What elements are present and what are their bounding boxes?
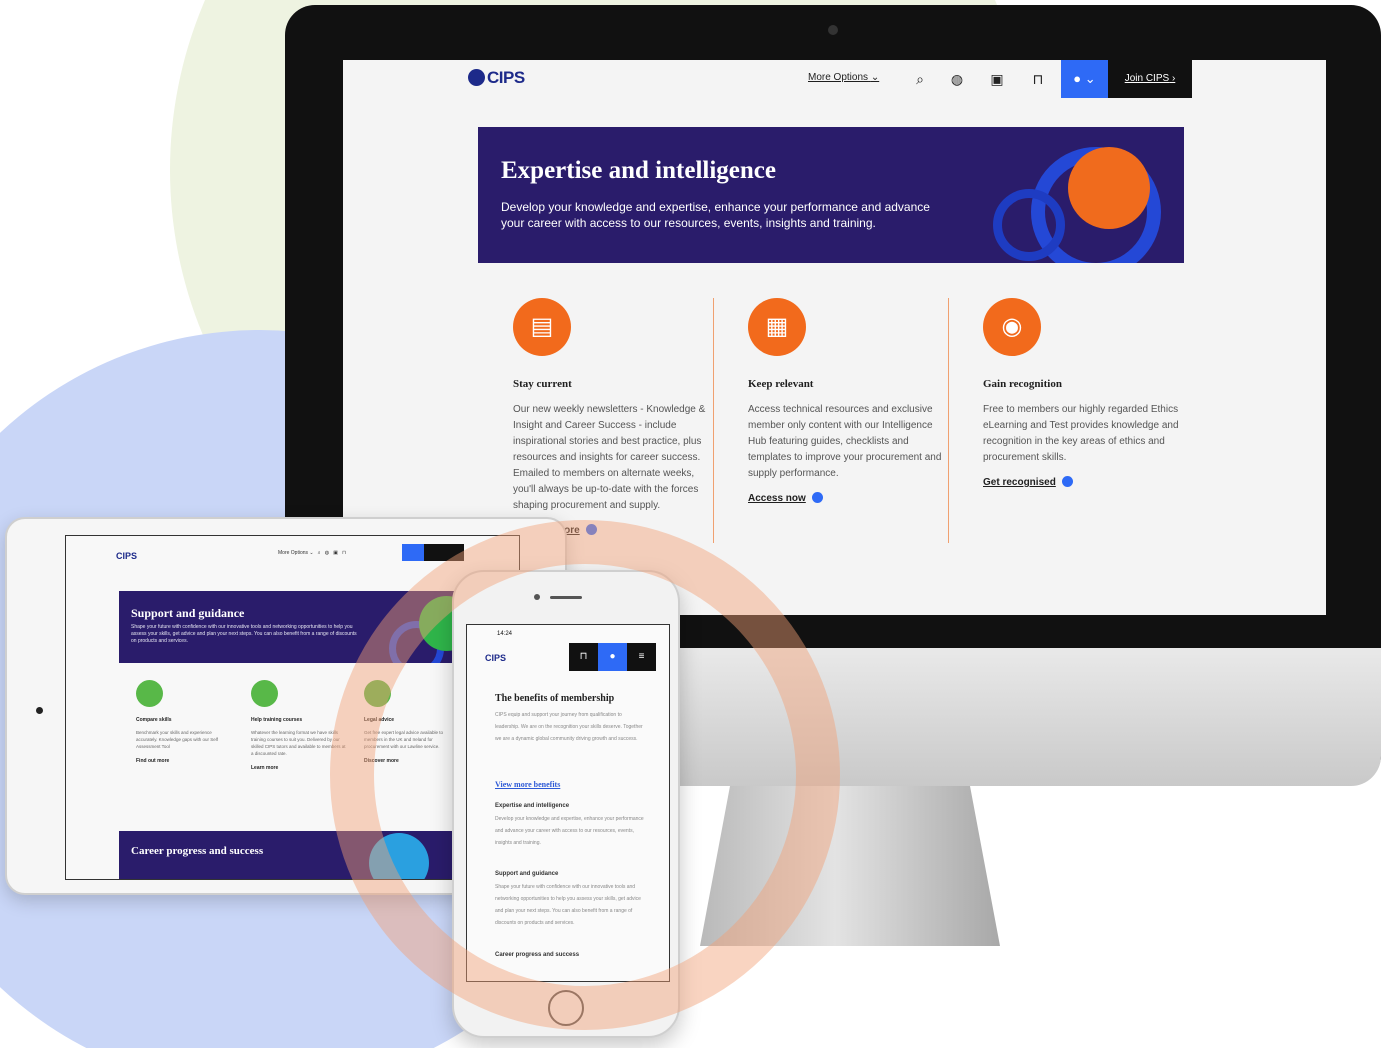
- join-cips-label: Join CIPS: [1124, 73, 1170, 84]
- more-options-menu[interactable]: More Options ⌄: [808, 72, 879, 83]
- hero-small-ring: [993, 189, 1065, 261]
- head-lightbulb-icon: ◉: [983, 298, 1041, 356]
- feature-column: Compare skills Benchmark your skills and…: [136, 680, 231, 764]
- user-menu-button[interactable]: [402, 544, 424, 561]
- feature-title: Gain recognition: [983, 378, 1062, 390]
- feature-text: Our new weekly newsletters - Knowledge &…: [513, 404, 706, 511]
- cips-logo-mark-icon: [468, 69, 485, 86]
- feature-text: Free to members our highly regarded Ethi…: [983, 404, 1179, 463]
- documents-icon: ▦: [748, 298, 806, 356]
- feature-text: Access technical resources and exclusive…: [748, 404, 942, 479]
- access-now-link[interactable]: Access now: [748, 492, 823, 504]
- feature-title: Help training courses: [251, 717, 303, 723]
- globe-icon[interactable]: ◍: [946, 68, 968, 90]
- hero-text: Shape your future with confidence with o…: [131, 624, 357, 644]
- cips-logo-text: CIPS: [487, 68, 525, 87]
- marketing-composite: CIPS More Options ⌄ ⌕ ◍ ▣ ⊓ ● ⌄ Join CIP…: [0, 0, 1393, 1048]
- feature-title: Keep relevant: [748, 378, 814, 390]
- link-label: Access now: [748, 493, 806, 504]
- hero-banner: Expertise and intelligence Develop your …: [478, 127, 1184, 263]
- feature-column-keep-relevant: ▦ Keep relevant Access technical resourc…: [748, 298, 948, 506]
- hero-title: Support and guidance: [131, 606, 245, 620]
- cips-logo[interactable]: CIPS: [468, 68, 525, 88]
- get-recognised-link[interactable]: Get recognised: [983, 476, 1073, 488]
- hero-title: Expertise and intelligence: [501, 157, 776, 184]
- link-label: Get recognised: [983, 477, 1056, 488]
- chevron-down-icon: ⌄: [1084, 71, 1096, 86]
- orange-ring-overlay: [330, 520, 840, 1030]
- search-icon[interactable]: ⌕: [909, 68, 931, 90]
- join-cips-button[interactable]: Join CIPS ›: [1108, 60, 1192, 98]
- basket-icon[interactable]: ⊓: [1027, 68, 1049, 90]
- monitor-camera: [828, 25, 838, 35]
- cips-logo[interactable]: CIPS: [116, 551, 137, 561]
- user-icon: ●: [1073, 71, 1082, 86]
- arrow-circle-icon: [811, 492, 823, 503]
- book-hand-icon: ▤: [513, 298, 571, 356]
- feature-link[interactable]: Find out more: [136, 758, 231, 764]
- career-banner-title: Career progress and success: [131, 845, 264, 857]
- feature-title: Compare skills: [136, 717, 172, 723]
- user-menu-button[interactable]: ● ⌄: [1061, 60, 1108, 98]
- arrow-circle-icon: [1061, 476, 1073, 487]
- feature-text: Benchmark your skills and experience acc…: [136, 730, 218, 749]
- money-icon[interactable]: ▣: [986, 68, 1008, 90]
- hero-text: Develop your knowledge and expertise, en…: [501, 200, 930, 230]
- desktop-nav: CIPS More Options ⌄ ⌕ ◍ ▣ ⊓ ● ⌄ Join CIP…: [343, 60, 1326, 98]
- feature-column-gain-recognition: ◉ Gain recognition Free to members our h…: [983, 298, 1183, 490]
- column-divider: [713, 298, 714, 543]
- chevron-down-icon: ⌄: [870, 72, 880, 83]
- compare-icon: [136, 680, 163, 707]
- more-options-label: More Options: [808, 72, 869, 83]
- feature-title: Stay current: [513, 378, 572, 390]
- training-icon: [251, 680, 278, 707]
- hero-orange-circle: [1068, 147, 1150, 229]
- tablet-nav-icons: More Options ⌄ ⌕ ◍ ▣ ⊓: [278, 550, 347, 556]
- feature-column-stay-current: ▤ Stay current Our new weekly newsletter…: [513, 298, 713, 538]
- column-divider: [948, 298, 949, 543]
- tablet-home-button: [36, 707, 43, 714]
